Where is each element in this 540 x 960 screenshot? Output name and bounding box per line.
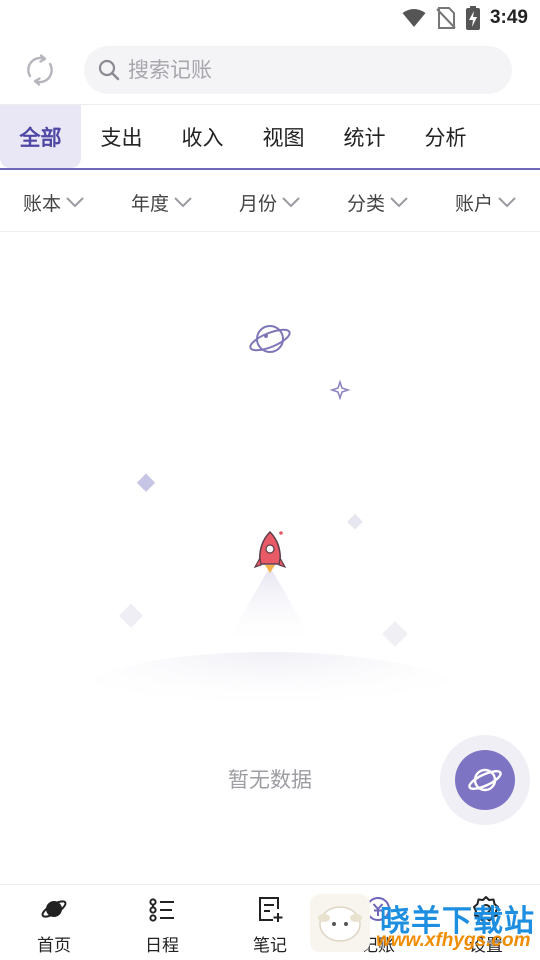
sheep-logo-icon: [310, 894, 370, 952]
planet-icon: [41, 900, 67, 918]
tab-view[interactable]: 视图: [243, 105, 324, 168]
sync-icon[interactable]: [22, 52, 58, 88]
watermark-url: www.xfhygs.com: [376, 930, 531, 951]
nav-label: 日程: [145, 936, 179, 956]
tab-analysis[interactable]: 分析: [405, 105, 486, 168]
no-sim-icon: [436, 7, 456, 29]
filter-label: 年度: [130, 192, 169, 215]
nav-notes[interactable]: 笔记: [216, 885, 324, 960]
status-bar: 3:49: [0, 0, 540, 36]
search-box[interactable]: [84, 46, 512, 94]
planet-icon: [468, 768, 502, 792]
nav-schedule[interactable]: 日程: [108, 885, 216, 960]
tab-all[interactable]: 全部: [0, 105, 81, 168]
filter-label: 账本: [22, 192, 61, 215]
chevron-down-icon: [174, 197, 192, 208]
filter-account[interactable]: 账户: [432, 172, 540, 232]
note-add-icon: [259, 897, 283, 922]
filter-label: 分类: [346, 192, 385, 215]
filter-month[interactable]: 月份: [216, 172, 324, 232]
search-icon: [98, 59, 120, 81]
chevron-down-icon: [66, 197, 84, 208]
diamond-shape: [382, 621, 408, 647]
tab-bar: 全部 支出 收入 视图 统计 分析: [0, 104, 540, 170]
filter-bar: 账本 年度 月份 分类 账户: [0, 172, 540, 232]
nav-label: 首页: [37, 936, 71, 956]
tab-income[interactable]: 收入: [162, 105, 243, 168]
add-record-button[interactable]: [455, 750, 515, 810]
filter-label: 月份: [238, 192, 277, 215]
nav-home[interactable]: 首页: [0, 885, 108, 960]
diamond-shape: [118, 603, 144, 628]
status-time: 3:49: [489, 7, 528, 28]
filter-year[interactable]: 年度: [108, 172, 216, 232]
empty-state-illustration: [80, 325, 460, 732]
filter-ledger[interactable]: 账本: [0, 172, 108, 232]
chevron-down-icon: [390, 197, 408, 208]
filter-category[interactable]: 分类: [324, 172, 432, 232]
chevron-down-icon: [282, 197, 300, 208]
sparkle-icon: [329, 379, 351, 401]
diamond-shape: [347, 513, 363, 530]
schedule-list-icon: [149, 898, 174, 922]
battery-charging-icon: [465, 6, 480, 30]
planet-icon: [249, 325, 291, 353]
filter-label: 账户: [454, 192, 493, 215]
rocket-icon: [253, 530, 287, 573]
tab-expense[interactable]: 支出: [81, 105, 162, 168]
diamond-shape: [136, 473, 156, 492]
wifi-icon: [402, 9, 426, 27]
chevron-down-icon: [498, 197, 516, 208]
watermark: 晓羊下载站 www.xfhygs.com: [310, 890, 540, 956]
nav-label: 笔记: [253, 936, 287, 956]
search-input[interactable]: [128, 46, 498, 94]
tab-statistics[interactable]: 统计: [324, 105, 405, 168]
search-row: [0, 44, 540, 96]
